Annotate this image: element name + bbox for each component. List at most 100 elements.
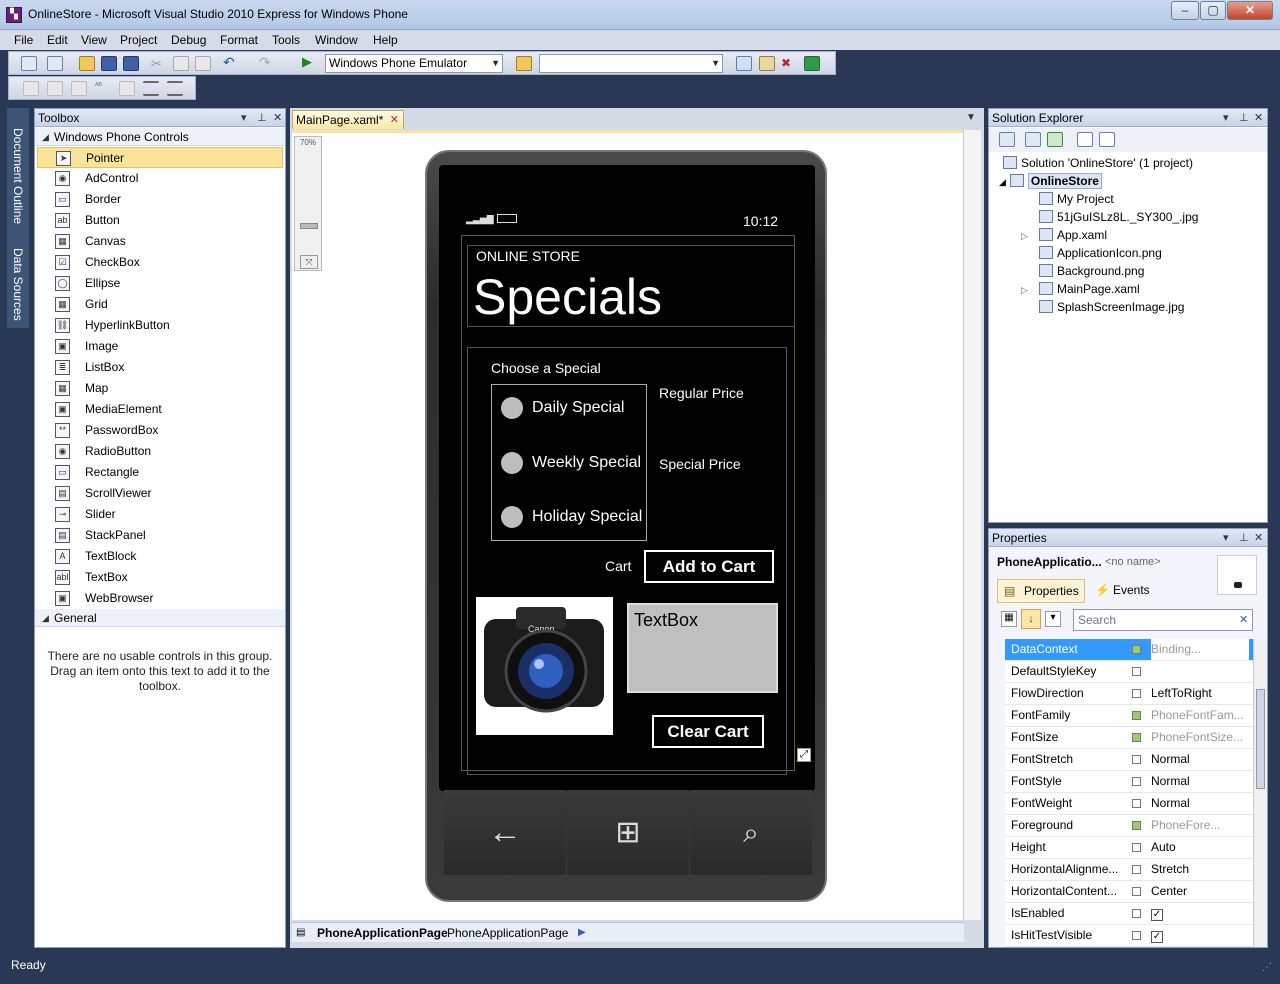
toolbox-item-grid[interactable]: ▦ Grid xyxy=(37,294,283,315)
pin-icon[interactable]: ⊥ xyxy=(257,109,267,127)
property-row[interactable]: FontSize PhoneFontSize... xyxy=(1005,727,1253,749)
phone-screen[interactable]: ▂▃▅▇ 10:12 ONLINE STORE Specials Choose … xyxy=(439,165,815,791)
toolbox-item-image[interactable]: ▣ Image xyxy=(37,336,283,357)
property-value[interactable]: ✓ xyxy=(1151,925,1249,946)
align-icon[interactable] xyxy=(23,81,39,96)
toolbox-icon[interactable]: ✖ xyxy=(781,56,797,71)
property-value[interactable]: Normal xyxy=(1151,749,1249,770)
solution-file-item[interactable]: ▷ App.xaml xyxy=(1021,226,1107,245)
new-project-icon[interactable] xyxy=(21,56,37,71)
toolbox-item-password-box[interactable]: ** PasswordBox xyxy=(37,420,283,441)
align-center-icon[interactable] xyxy=(47,81,63,96)
radio-weekly-special[interactable] xyxy=(501,452,523,474)
close-tab-icon[interactable]: ✕ xyxy=(390,111,399,129)
toolbox-item-slider[interactable]: ⊸ Slider xyxy=(37,504,283,525)
categorize-icon[interactable]: ▦ xyxy=(1001,611,1017,627)
property-marker-icon[interactable] xyxy=(1132,821,1141,830)
pane-menu-icon[interactable]: ▾ xyxy=(241,109,247,127)
view-code-icon[interactable] xyxy=(1077,132,1093,147)
property-value[interactable]: PhoneFontFam... xyxy=(1151,705,1249,726)
properties-scrollbar[interactable] xyxy=(1253,639,1267,947)
property-marker-icon[interactable] xyxy=(1132,887,1141,896)
windows-start-icon[interactable]: ⊞ xyxy=(567,790,689,875)
solution-file-item[interactable]: ApplicationIcon.png xyxy=(1021,244,1162,262)
deployment-target-select[interactable]: Windows Phone Emulator ▼ xyxy=(325,54,503,73)
filter-icon[interactable]: ▾ xyxy=(1045,611,1061,627)
menu-debug[interactable]: Debug xyxy=(171,33,206,47)
expand-icon[interactable]: ⤢ xyxy=(797,748,811,762)
property-marker-icon[interactable] xyxy=(1132,865,1141,874)
pane-menu-icon[interactable]: ▾ xyxy=(1223,109,1229,127)
expand-arrow-icon[interactable]: ▷ xyxy=(1021,281,1039,299)
toolbox-item-textbox[interactable]: abl TextBox xyxy=(37,567,283,588)
open-file-icon[interactable] xyxy=(79,56,95,71)
property-value[interactable]: LeftToRight xyxy=(1151,683,1249,704)
property-value[interactable]: Stretch xyxy=(1151,859,1249,880)
solution-file-item[interactable]: SplashScreenImage.jpg xyxy=(1021,298,1184,316)
clear-cart-button[interactable]: Clear Cart xyxy=(652,715,764,748)
property-row[interactable]: IsEnabled ✓ xyxy=(1005,903,1253,925)
property-marker-icon[interactable] xyxy=(1132,909,1141,918)
toolbox-item-stack-panel[interactable]: ▤ StackPanel xyxy=(37,525,283,546)
close-pane-icon[interactable]: ✕ xyxy=(1254,109,1263,127)
find-in-files-icon[interactable] xyxy=(516,56,532,71)
checkbox[interactable]: ✓ xyxy=(1151,931,1163,943)
property-row[interactable]: FontStretch Normal xyxy=(1005,749,1253,771)
property-row[interactable]: Height Auto xyxy=(1005,837,1253,859)
property-row[interactable]: FontWeight Normal xyxy=(1005,793,1253,815)
add-item-icon[interactable] xyxy=(47,56,63,71)
toolbox-item-map[interactable]: ▦ Map xyxy=(37,378,283,399)
data-sources-tab[interactable]: Data Sources xyxy=(11,248,25,321)
toolbox-item-web-browser[interactable]: ▣ WebBrowser xyxy=(37,588,283,609)
zoom-slider[interactable]: 70% ⤧ xyxy=(294,136,322,271)
refresh-icon[interactable] xyxy=(1047,132,1063,147)
group-windows-phone-controls[interactable]: ◢ Windows Phone Controls xyxy=(35,128,285,146)
menu-help[interactable]: Help xyxy=(373,33,398,47)
undo-icon[interactable]: ↶ xyxy=(223,54,239,70)
minimize-button[interactable]: – xyxy=(1171,1,1199,20)
font-size-icon[interactable]: ᴬᴮ xyxy=(95,81,111,96)
align-right-icon[interactable] xyxy=(71,81,87,96)
breadcrumb-element[interactable]: PhoneApplicationPage xyxy=(317,923,448,943)
toolbox-item-rectangle[interactable]: ▭ Rectangle xyxy=(37,462,283,483)
solution-explorer-icon[interactable] xyxy=(736,56,752,71)
toolbox-item-radio-button[interactable]: ◉ RadioButton xyxy=(37,441,283,462)
property-row[interactable]: FlowDirection LeftToRight xyxy=(1005,683,1253,705)
document-outline-tab[interactable]: Document Outline xyxy=(11,128,25,224)
pane-menu-icon[interactable]: ▾ xyxy=(1223,529,1229,547)
outdent-icon[interactable] xyxy=(167,81,183,96)
toolbox-item-canvas[interactable]: ▦ Canvas xyxy=(37,231,283,252)
save-icon[interactable] xyxy=(101,56,117,71)
properties-window-icon[interactable] xyxy=(759,56,775,71)
property-marker-icon[interactable] xyxy=(1132,931,1141,940)
tab-mainpage-xaml[interactable]: MainPage.xaml* ✕ xyxy=(292,110,404,129)
expand-arrow-icon[interactable]: ▷ xyxy=(1021,227,1039,245)
properties-icon[interactable] xyxy=(999,132,1015,147)
toolbox-item-media-element[interactable]: ▣ MediaElement xyxy=(37,399,283,420)
menu-format[interactable]: Format xyxy=(220,33,258,47)
menu-edit[interactable]: Edit xyxy=(47,33,68,47)
property-marker-icon[interactable] xyxy=(1132,777,1141,786)
menu-file[interactable]: File xyxy=(14,33,33,47)
property-value[interactable]: PhoneFore... xyxy=(1151,815,1249,836)
maximize-button[interactable]: ▢ xyxy=(1200,1,1226,20)
close-button[interactable]: ✕ xyxy=(1227,1,1273,20)
start-page-icon[interactable] xyxy=(804,56,820,71)
close-pane-icon[interactable]: ✕ xyxy=(273,109,282,127)
list-icon[interactable] xyxy=(143,81,159,96)
property-marker-icon[interactable] xyxy=(1132,755,1141,764)
find-combo[interactable]: ▼ xyxy=(539,54,723,73)
scroll-thumb[interactable] xyxy=(1256,689,1265,789)
radio-holiday-special[interactable] xyxy=(501,506,523,528)
toolbox-item-ad-control[interactable]: ◉ AdControl xyxy=(37,168,283,189)
property-marker-icon[interactable] xyxy=(1132,645,1141,654)
zoom-thumb[interactable] xyxy=(300,223,318,229)
toolbox-item-button[interactable]: ab Button xyxy=(37,210,283,231)
save-all-icon[interactable] xyxy=(123,56,139,71)
view-designer-icon[interactable] xyxy=(1099,132,1115,147)
chevron-right-icon[interactable]: ▶ xyxy=(578,923,586,943)
fit-icon[interactable]: ⤧ xyxy=(300,255,318,269)
indent-icon[interactable] xyxy=(119,81,135,96)
menu-tools[interactable]: Tools xyxy=(272,33,300,47)
menu-view[interactable]: View xyxy=(81,33,107,47)
